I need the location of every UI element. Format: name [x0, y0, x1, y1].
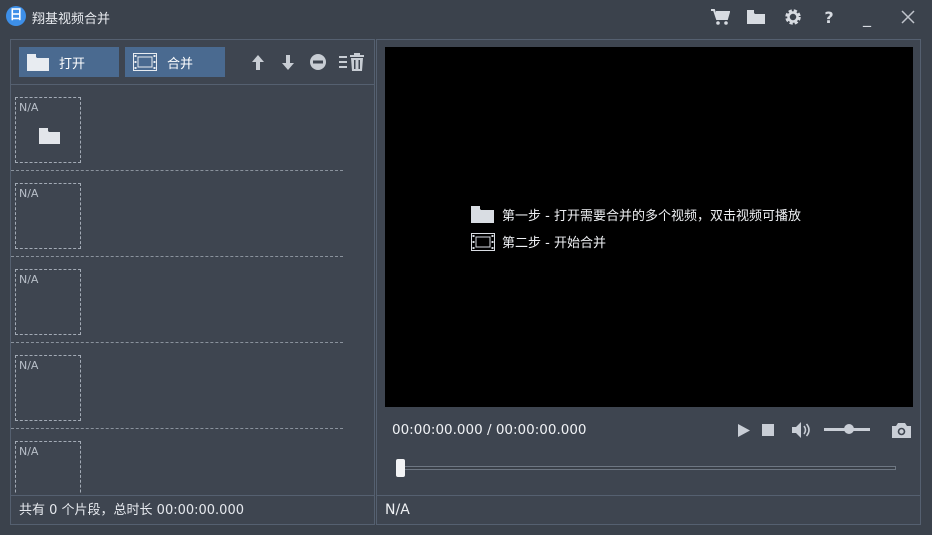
seek-handle[interactable]	[396, 459, 405, 477]
minimize-icon[interactable]: _	[855, 6, 879, 28]
clear-list-icon[interactable]	[338, 52, 366, 72]
folder-icon	[39, 128, 60, 148]
clip-thumbnail[interactable]: N/A	[15, 269, 81, 335]
film-icon	[471, 232, 495, 251]
folder-icon	[471, 206, 495, 223]
time-display: 00:00:00.000 / 00:00:00.000	[392, 422, 587, 438]
cart-icon[interactable]	[708, 6, 732, 28]
list-item[interactable]: N/A	[11, 257, 343, 343]
list-item[interactable]: N/A	[11, 171, 343, 257]
open-button-label: 打开	[59, 56, 86, 72]
clip-thumbnail[interactable]: N/A	[15, 441, 81, 493]
help-icon[interactable]: ?	[817, 6, 841, 28]
clip-summary-status: 共有 0 个片段，总时长 00:00:00.000	[11, 495, 374, 524]
seek-bar[interactable]	[399, 466, 896, 470]
volume-slider-handle[interactable]	[844, 424, 854, 434]
merge-button[interactable]: 合并	[125, 47, 225, 77]
clip-thumbnail[interactable]: N/A	[15, 355, 81, 421]
clip-thumbnail[interactable]: N/A	[15, 97, 81, 163]
merge-button-label: 合并	[167, 56, 194, 72]
clip-toolbar: 打开 合并	[11, 40, 374, 85]
stop-icon[interactable]	[760, 419, 776, 441]
video-preview[interactable]: 第一步 - 打开需要合并的多个视频，双击视频可播放 第二步 - 开始合并	[385, 47, 913, 407]
title-bar: 日 翔基视频合并 ? _	[0, 0, 932, 36]
clip-label: N/A	[19, 187, 39, 200]
clip-list[interactable]: N/A N/A N/A N/A N/A	[11, 85, 374, 493]
play-icon[interactable]	[735, 419, 753, 441]
folder-icon	[27, 53, 49, 71]
preview-panel: 第一步 - 打开需要合并的多个视频，双击视频可播放 第二步 - 开始合并 00:…	[376, 39, 921, 525]
list-item[interactable]: N/A	[11, 85, 343, 171]
list-item[interactable]: N/A	[11, 429, 343, 493]
app-logo-icon: 日	[6, 6, 26, 26]
close-icon[interactable]	[896, 6, 920, 28]
folder-icon[interactable]	[744, 6, 768, 28]
gear-icon[interactable]	[781, 6, 805, 28]
film-icon	[133, 53, 157, 71]
hint-step-1-text: 第一步 - 打开需要合并的多个视频，双击视频可播放	[502, 209, 801, 224]
arrow-down-icon[interactable]	[278, 52, 298, 72]
clip-label: N/A	[19, 359, 39, 372]
window-title: 翔基视频合并	[32, 12, 111, 27]
arrow-up-icon[interactable]	[248, 52, 268, 72]
remove-icon[interactable]	[308, 52, 328, 72]
clip-label: N/A	[19, 445, 39, 458]
file-info-status: N/A	[377, 495, 920, 524]
clip-thumbnail[interactable]: N/A	[15, 183, 81, 249]
camera-icon[interactable]	[890, 419, 912, 441]
list-item[interactable]: N/A	[11, 343, 343, 429]
hint-step-1: 第一步 - 打开需要合并的多个视频，双击视频可播放	[471, 205, 801, 224]
clip-label: N/A	[19, 101, 39, 114]
clip-label: N/A	[19, 273, 39, 286]
clip-panel: 打开 合并 N/A N/A N/A N/A N/A 共有 0 个片段，总时长 0…	[10, 39, 375, 525]
open-button[interactable]: 打开	[19, 47, 119, 77]
hint-step-2-text: 第二步 - 开始合并	[502, 236, 606, 251]
hint-step-2: 第二步 - 开始合并	[471, 232, 606, 251]
volume-icon[interactable]	[790, 419, 812, 441]
